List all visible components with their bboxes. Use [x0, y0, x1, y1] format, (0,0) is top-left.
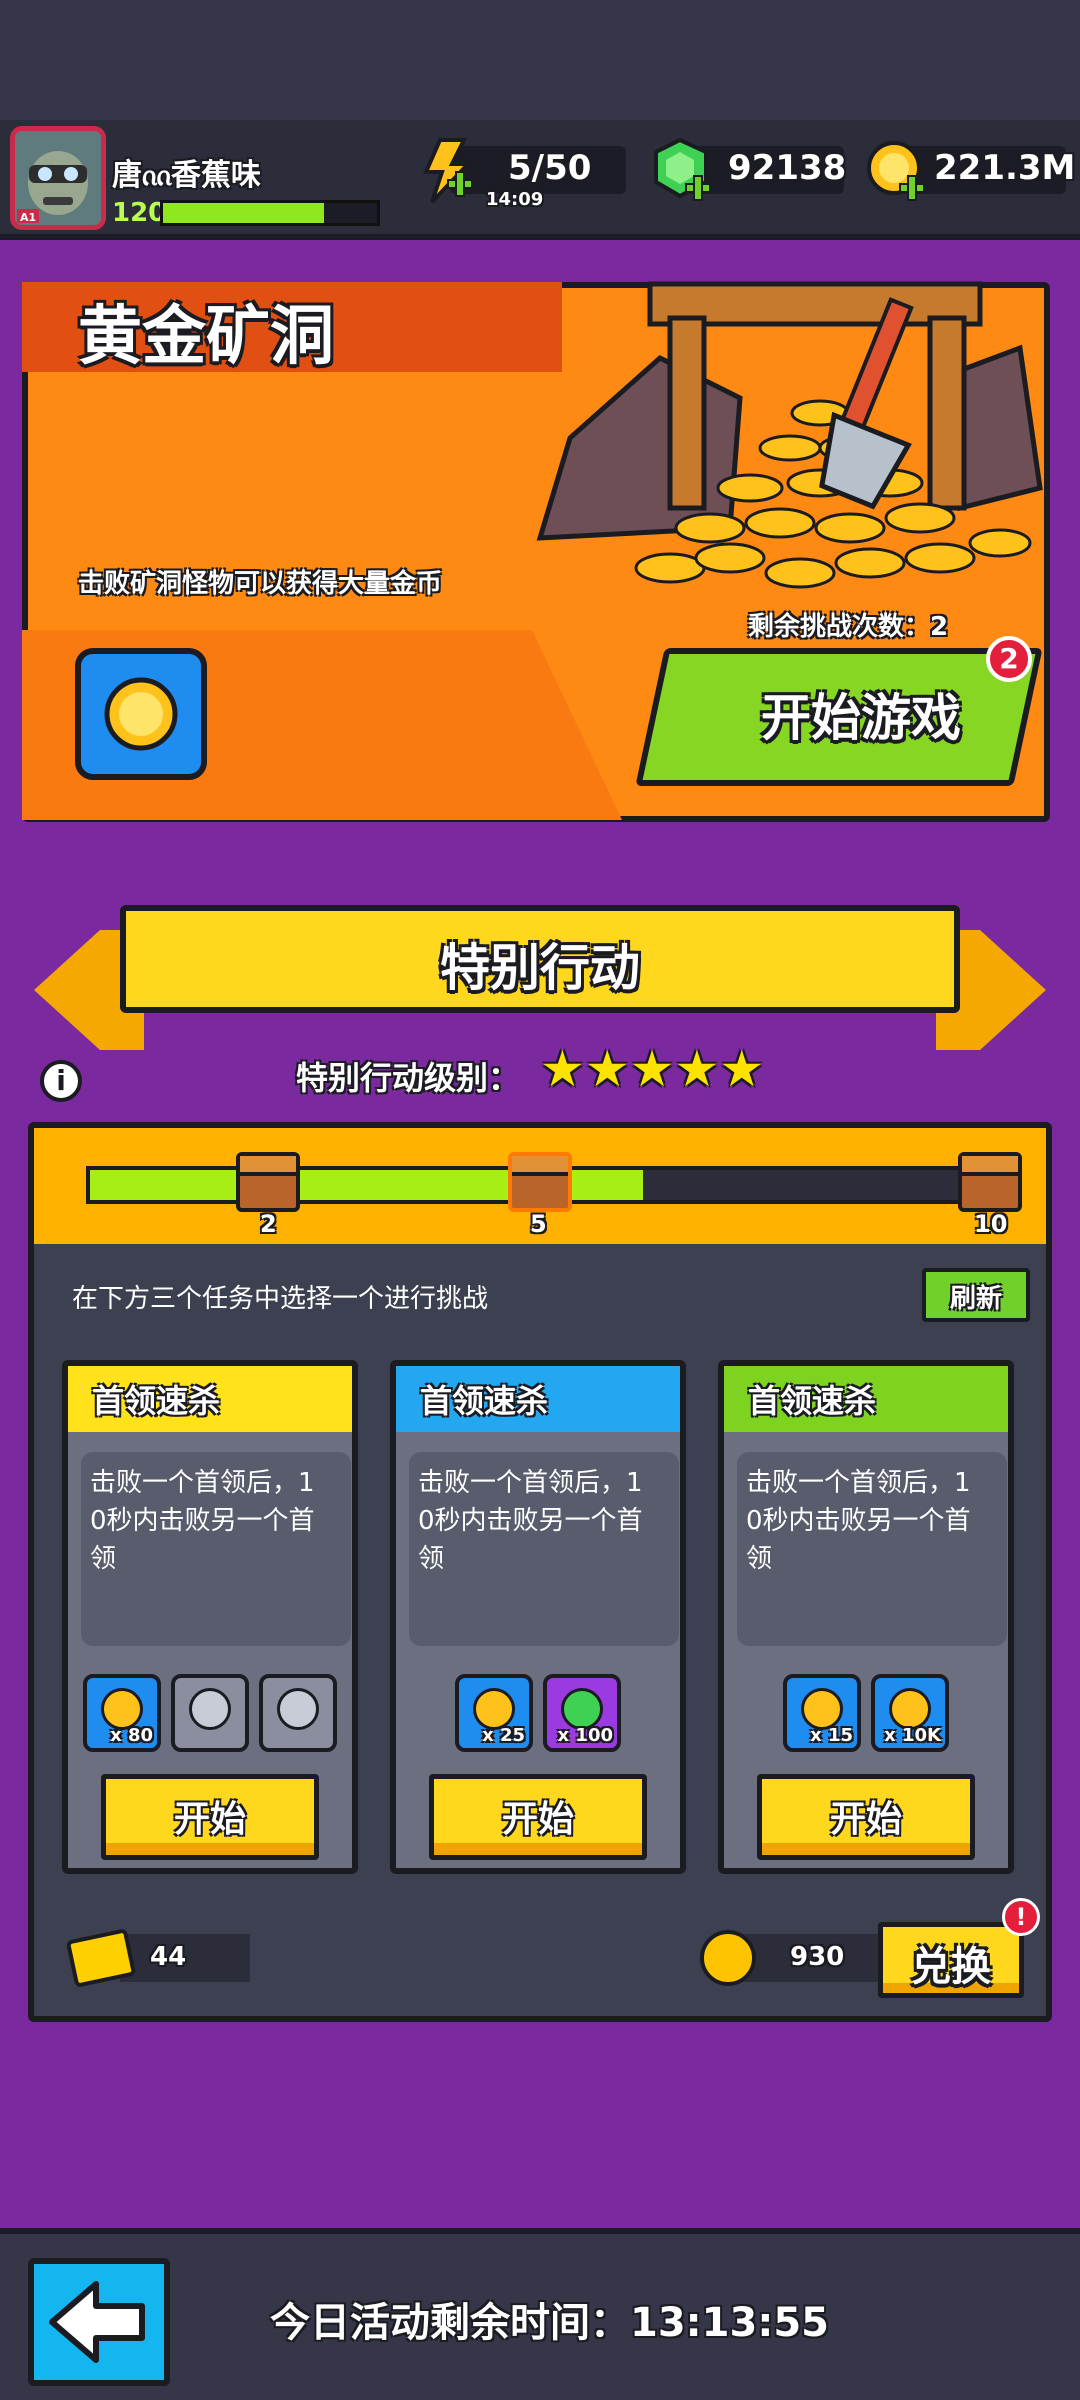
energy-timer: 14:09 [486, 189, 544, 210]
gold-coin-icon[interactable]: x 10K [871, 1674, 949, 1752]
mission-title: 首领速杀 [92, 1382, 221, 1420]
energy-bolt-icon[interactable] [418, 138, 474, 204]
back-arrow-icon [49, 2281, 145, 2363]
coins-value: 221.3M [934, 148, 1076, 188]
reward-chest-10[interactable] [958, 1152, 1022, 1212]
energy-value: 5/50 [508, 148, 592, 188]
soldier-avatar-icon: A1 [15, 131, 101, 225]
reward-preview-slot[interactable] [75, 648, 207, 780]
exchange-alert-badge: ! [1002, 1898, 1040, 1936]
event-time-remaining: 今日活动剩余时间：13:13:55 [270, 2300, 829, 2346]
reward-chest-2[interactable] [236, 1152, 300, 1212]
coin-token-icon[interactable]: x 25 [455, 1674, 533, 1752]
chest-lid [512, 1156, 568, 1176]
reward-chest-5[interactable] [508, 1152, 572, 1212]
xp-bar-fill [163, 203, 324, 223]
mission-title: 首领速杀 [420, 1382, 549, 1420]
milestone-label: 2 [260, 1210, 277, 1238]
event-title: 黄金矿洞 [78, 300, 334, 374]
gem-icon[interactable] [652, 138, 714, 204]
svg-text:A1: A1 [20, 211, 36, 224]
star-icon: ★ [629, 1040, 675, 1098]
reward-glyph [801, 1688, 843, 1730]
refresh-label: 刷新 [949, 1284, 1002, 1314]
player-level: 120 [112, 198, 167, 228]
mission-title: 首领速杀 [748, 1382, 877, 1420]
player-avatar[interactable]: A1 [10, 126, 106, 230]
reward-quantity: x 80 [110, 1725, 153, 1746]
reward-glyph [101, 1688, 143, 1730]
reward-quantity: x 10K [884, 1725, 941, 1746]
reward-quantity: x 100 [557, 1725, 613, 1746]
exchange-label: 兑换 [911, 1944, 991, 1990]
remaining-attempts: 剩余挑战次数：2 [748, 612, 949, 642]
milestone-label: 5 [530, 1210, 547, 1238]
chest-lid [962, 1156, 1018, 1176]
reward-glyph [473, 1688, 515, 1730]
ticket-count: 44 [150, 1942, 187, 1972]
gold-coin-icon [104, 677, 178, 751]
reward-glyph [889, 1688, 931, 1730]
reward-glyph [561, 1688, 603, 1730]
mission-start-label: 开始 [173, 1799, 246, 1840]
coin-token-icon[interactable]: x 15 [783, 1674, 861, 1752]
start-game-label: 开始游戏 [761, 689, 961, 747]
reward-glyph [189, 1688, 231, 1730]
reward-quantity: x 15 [810, 1725, 853, 1746]
exchange-token-icon [700, 1930, 756, 1986]
star-icon: ★ [674, 1040, 720, 1098]
special-level-label: 特别行动级别： [296, 1059, 521, 1097]
back-button[interactable] [28, 2258, 170, 2386]
choose-mission-label: 在下方三个任务中选择一个进行挑战 [72, 1284, 489, 1314]
star-icon: ★ [719, 1040, 765, 1098]
player-name: 唐ᦶ香蕉味 [112, 158, 261, 193]
event-description: 击败矿洞怪物可以获得大量金币 [78, 569, 443, 599]
token-count: 930 [790, 1942, 845, 1972]
mission-description: 击败一个首领后，1 0秒内击败另一个首 领 [418, 1468, 643, 1574]
amulet-icon[interactable] [171, 1674, 249, 1752]
mission-description: 击败一个首领后，1 0秒内击败另一个首 领 [746, 1468, 971, 1574]
info-icon[interactable]: i [40, 1060, 82, 1102]
mission-start-label: 开始 [501, 1799, 574, 1840]
special-action-title: 特别行动 [440, 939, 640, 997]
shield-gear-icon[interactable] [259, 1674, 337, 1752]
special-level-stars: ★★★★★ [540, 1040, 764, 1098]
gems-value: 92138 [728, 148, 847, 188]
notification-badge: 2 [986, 636, 1032, 682]
reward-glyph [277, 1688, 319, 1730]
star-icon: ★ [584, 1040, 630, 1098]
milestone-label: 10 [974, 1210, 1008, 1238]
chest-lid [240, 1156, 296, 1176]
star-icon: ★ [540, 1040, 585, 1098]
coin-token-icon[interactable]: x 80 [83, 1674, 161, 1752]
reward-quantity: x 25 [482, 1725, 525, 1746]
gold-mine-art-icon [536, 281, 1043, 589]
mission-description: 击败一个首领后，1 0秒内击败另一个首 领 [90, 1468, 315, 1574]
status-bar [0, 0, 1080, 120]
mission-start-label: 开始 [829, 1799, 902, 1840]
gold-coin-icon[interactable] [866, 138, 928, 204]
gem-icon[interactable]: x 100 [543, 1674, 621, 1752]
